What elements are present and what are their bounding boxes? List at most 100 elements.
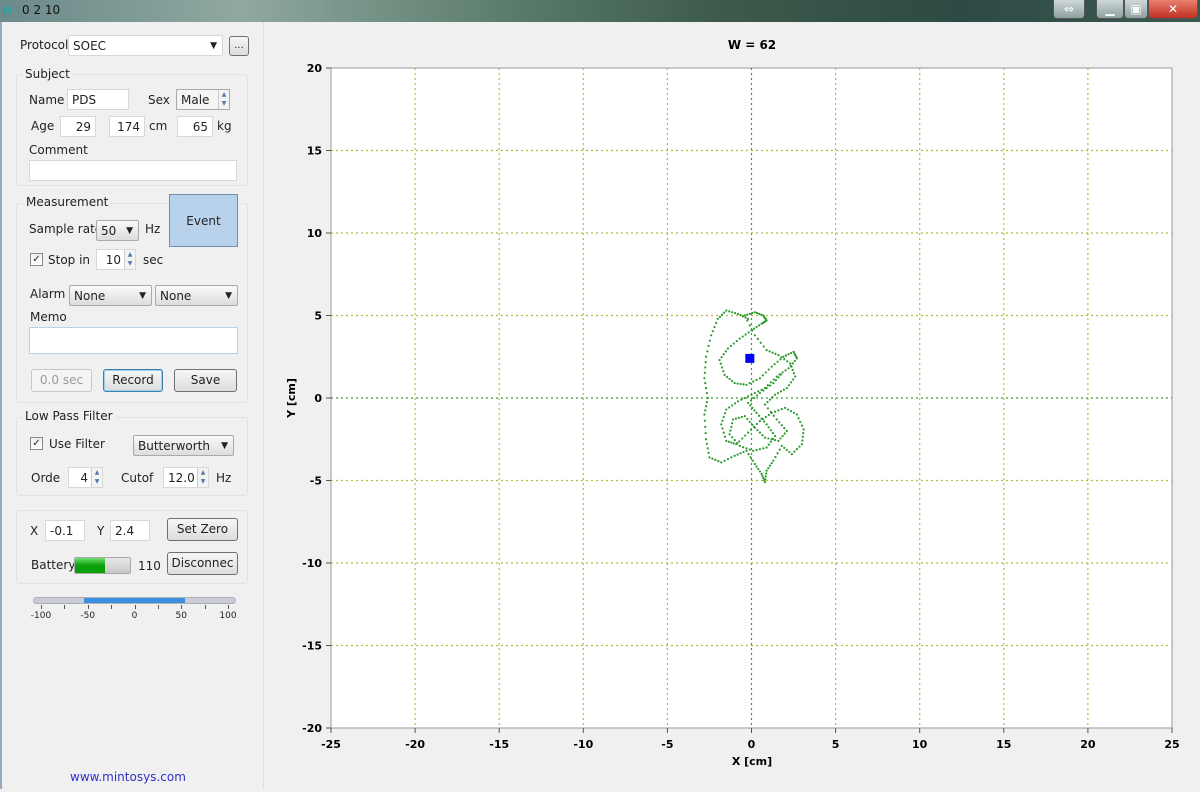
protocol-label: Protocol [20, 38, 69, 52]
trace-point [736, 441, 739, 445]
trace-point [768, 384, 772, 387]
trace-point [716, 317, 719, 320]
comment-input[interactable] [29, 160, 237, 181]
trace-point [727, 440, 730, 443]
trace-point [752, 327, 756, 330]
trace-point [704, 361, 707, 364]
stop-in-checkbox[interactable]: ✓ [30, 253, 43, 266]
disconnect-button[interactable]: Disconnec [167, 552, 238, 575]
name-input[interactable]: PDS [67, 89, 129, 110]
slider-tick-label: 0 [131, 611, 138, 621]
trace-point [799, 420, 802, 424]
close-button[interactable]: ✕ [1148, 0, 1198, 19]
x-tick-label: 20 [1080, 738, 1096, 751]
set-zero-button[interactable]: Set Zero [167, 518, 238, 541]
trace-point [773, 410, 777, 413]
close-icon: ✕ [1167, 2, 1179, 16]
trace-point [730, 456, 733, 459]
order-spinner[interactable]: 4 ▲ ▼ [68, 467, 103, 488]
maximize-button[interactable]: ▣ [1124, 0, 1148, 19]
alarm-select-1[interactable]: None ▼ [69, 285, 152, 306]
trace-point [780, 408, 783, 411]
sex-spinner[interactable]: Male ▲ ▼ [176, 89, 230, 110]
spin-arrows-icon[interactable]: ▲ ▼ [218, 90, 229, 109]
trace-point [758, 431, 762, 434]
protocol-browse-button[interactable]: ... [229, 36, 249, 56]
elapsed-time-display: 0.0 sec [31, 369, 92, 392]
trace-point [704, 355, 708, 358]
chevron-down-icon: ▼ [221, 441, 228, 451]
window-title: 0 2 10 [22, 3, 61, 17]
trace-point [778, 448, 781, 451]
weight-input[interactable]: 65 [177, 116, 213, 137]
trace-point [747, 453, 750, 456]
range-slider[interactable] [33, 597, 236, 604]
battery-value: 110 [138, 559, 161, 573]
height-input[interactable]: 174 [109, 116, 145, 137]
trace-point [765, 469, 768, 472]
trace-point [731, 404, 734, 407]
slider-selected-range[interactable] [84, 598, 185, 603]
sex-value: Male [181, 93, 210, 107]
trace-point [713, 325, 716, 329]
event-button[interactable]: Event [169, 194, 238, 247]
memo-input[interactable] [29, 327, 238, 354]
trace-point [755, 448, 758, 452]
chart-panel: W = 62 -25 -20 -15 -10 -5 0 5 10 15 20 25 -20 -15 -1… [265, 22, 1200, 789]
trace-point [761, 474, 764, 478]
trace-point [753, 409, 756, 412]
trace-point [704, 366, 707, 369]
spin-arrows-icon[interactable]: ▲ ▼ [124, 250, 135, 269]
trace-point [728, 406, 731, 409]
filter-type-select[interactable]: Butterworth ▼ [133, 435, 234, 456]
trace-point [703, 371, 706, 374]
minimize-button[interactable]: ▁ [1096, 0, 1124, 19]
trace-point [722, 431, 725, 434]
trace-point [751, 406, 754, 409]
trace-point [764, 478, 767, 481]
trace-point [746, 313, 749, 316]
stop-in-spinner[interactable]: 10 ▲ ▼ [96, 249, 136, 270]
stop-in-label: Stop in [48, 253, 91, 267]
trace-point [755, 394, 759, 397]
battery-gauge [74, 557, 131, 574]
save-button[interactable]: Save [174, 369, 237, 392]
trace-point [704, 405, 708, 408]
mintosys-website-link[interactable]: www.mintosys.com [70, 770, 186, 784]
cutoff-spinner[interactable]: 12.0 ▲ ▼ [163, 467, 209, 488]
trace-point [741, 445, 745, 449]
y-tick-label: 0 [314, 392, 322, 405]
slider-tick-label: 50 [175, 611, 187, 621]
trace-point [748, 420, 751, 424]
alarm-select-2[interactable]: None ▼ [155, 285, 238, 306]
trace-point [755, 422, 759, 426]
trace-point [773, 363, 776, 366]
low-pass-filter-label: Low Pass Filter [23, 409, 115, 423]
use-filter-checkbox[interactable]: ✓ [30, 437, 43, 450]
trace-point [719, 362, 722, 365]
trace-point [783, 432, 786, 435]
trace-point [748, 324, 751, 327]
trace-point [783, 446, 786, 450]
trace-point [733, 438, 736, 442]
trace-point [744, 333, 747, 336]
spin-arrows-icon[interactable]: ▲ ▼ [197, 468, 208, 487]
trace-point [742, 383, 745, 386]
x-axis-label: X [cm] [732, 755, 772, 768]
trace-point [792, 411, 796, 414]
record-button[interactable]: Record [103, 369, 163, 392]
trace-point [730, 441, 733, 444]
sample-rate-select[interactable]: 50 ▼ [96, 220, 139, 241]
protocol-select[interactable]: SOEC ▼ [68, 35, 223, 56]
spin-arrows-icon[interactable]: ▲ ▼ [91, 468, 102, 487]
trace-point [765, 472, 768, 475]
trace-point [767, 413, 770, 417]
trace-point [785, 429, 788, 433]
trace-point [751, 423, 754, 426]
resize-arrows-icon[interactable]: ⇔ [1053, 0, 1085, 19]
checkmark-icon: ✓ [32, 438, 41, 449]
age-input[interactable]: 29 [60, 116, 96, 137]
y-tick-label: -15 [302, 640, 322, 653]
trace-point [765, 387, 768, 390]
slider-tick [228, 605, 229, 609]
